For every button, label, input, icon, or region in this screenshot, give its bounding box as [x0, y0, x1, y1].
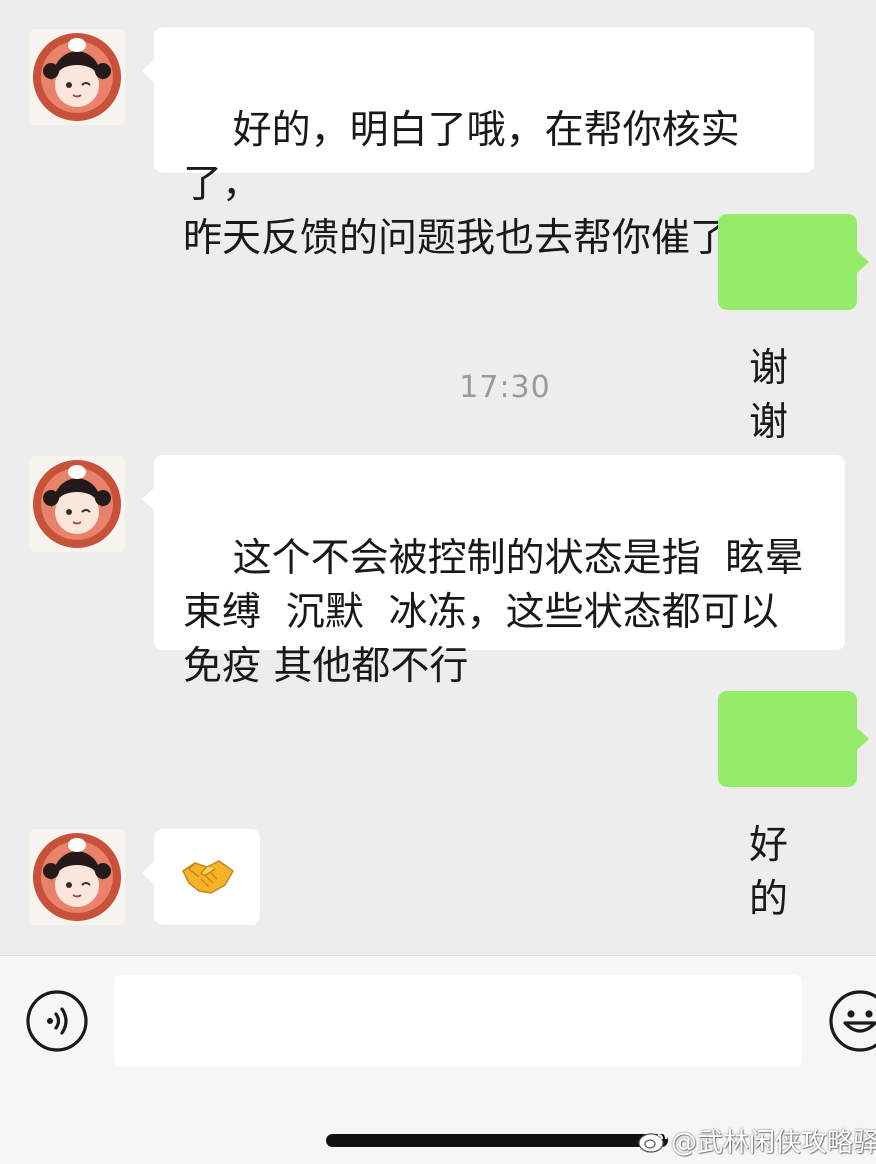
contact-avatar[interactable] — [29, 29, 125, 125]
emoji-button[interactable] — [828, 989, 876, 1053]
avatar-image — [33, 833, 121, 921]
voice-button[interactable] — [25, 989, 89, 1053]
handshake-emoji-icon — [182, 860, 234, 894]
message-text: 这个不会被控制的状态是指 眩晕 束缚 沉默 冰冻，这些状态都可以 免疫 其他都不… — [183, 536, 804, 689]
avatar-image — [33, 33, 121, 121]
smiley-icon — [829, 990, 876, 1052]
input-bar: @武林闲侠攻略驿馆 — [0, 955, 876, 1164]
message-timestamp: 17:30 — [459, 370, 551, 405]
home-indicator[interactable] — [326, 1134, 668, 1147]
contact-avatar[interactable] — [29, 829, 125, 925]
message-text: 好的 — [749, 823, 789, 922]
incoming-message-bubble[interactable]: 好的，明白了哦，在帮你核实了， 昨天反馈的问题我也去帮你催了 — [142, 27, 814, 261]
voice-icon — [26, 990, 88, 1052]
message-input[interactable] — [114, 975, 802, 1067]
outgoing-message-bubble[interactable]: 好的 — [718, 691, 869, 922]
incoming-message-bubble[interactable]: 这个不会被控制的状态是指 眩晕 束缚 沉默 冰冻，这些状态都可以 免疫 其他都不… — [142, 455, 845, 689]
outgoing-message-bubble[interactable]: 谢谢 — [718, 214, 869, 445]
chat-area[interactable]: 好的，明白了哦，在帮你核实了， 昨天反馈的问题我也去帮你催了 谢谢 17:30 … — [0, 0, 876, 955]
watermark-text: @武林闲侠攻略驿馆 — [671, 1127, 876, 1158]
avatar-image — [33, 460, 121, 548]
watermark: @武林闲侠攻略驿馆 — [637, 1122, 876, 1158]
message-text: 好的，明白了哦，在帮你核实了， 昨天反馈的问题我也去帮你催了 — [183, 108, 740, 261]
weibo-icon — [638, 1130, 667, 1153]
contact-avatar[interactable] — [29, 456, 125, 552]
incoming-emoji-bubble[interactable] — [142, 829, 260, 925]
